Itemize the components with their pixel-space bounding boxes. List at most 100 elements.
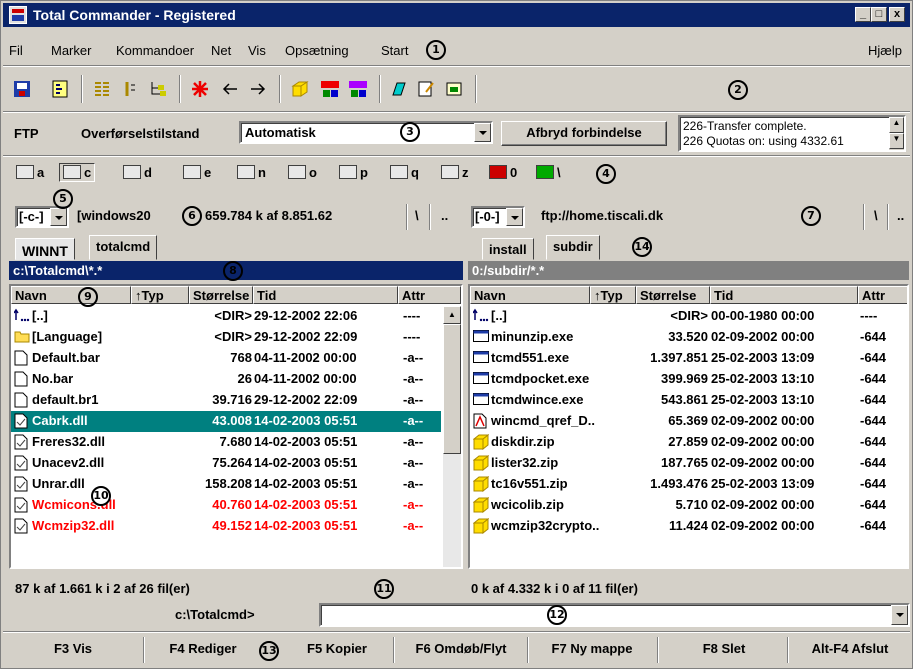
url-connect-icon[interactable] <box>349 80 367 98</box>
tab-subdir[interactable]: subdir <box>546 235 600 260</box>
drive-network[interactable]: \ <box>536 165 561 180</box>
scroll-up-icon[interactable]: ▲ <box>443 306 461 324</box>
file-row[interactable]: Default.bar 768 04-11-2002 00:00 -a-- <box>11 348 441 369</box>
file-row[interactable]: tcmdwince.exe 543.861 25-02-2003 13:10 -644 <box>470 390 907 411</box>
menu-kommandoer[interactable]: Kommandoer <box>116 43 194 58</box>
command-line-input[interactable] <box>319 603 910 627</box>
menu-fil[interactable]: Fil <box>9 43 23 58</box>
file-row[interactable]: lister32.zip 187.765 02-09-2002 00:00 -644 <box>470 453 907 474</box>
drive-p[interactable]: p <box>339 165 368 180</box>
file-row[interactable]: Freres32.dll 7.680 14-02-2003 05:51 -a-- <box>11 432 441 453</box>
file-row[interactable]: default.br1 39.716 29-12-2002 22:09 -a-- <box>11 390 441 411</box>
column-header-attr[interactable]: Attr <box>858 286 907 304</box>
right-up-button[interactable]: .. <box>897 208 911 223</box>
ftp-connect-icon[interactable] <box>321 80 339 98</box>
file-row[interactable]: No.bar 26 04-11-2002 00:00 -a-- <box>11 369 441 390</box>
scroll-thumb[interactable] <box>443 324 461 454</box>
menu-net[interactable]: Net <box>211 43 231 58</box>
f7-mkdir-button[interactable]: F7 Ny mappe <box>529 635 655 665</box>
minimize-button[interactable]: _ <box>855 7 871 22</box>
f8-delete-button[interactable]: F8 Slet <box>661 635 787 665</box>
system-icon[interactable] <box>445 80 463 98</box>
notepad-icon[interactable] <box>389 80 407 98</box>
f5-copy-button[interactable]: F5 Kopier <box>285 635 389 665</box>
drive-a[interactable]: a <box>16 165 44 180</box>
drive-o[interactable]: o <box>288 165 317 180</box>
maximize-button[interactable]: □ <box>871 7 887 22</box>
file-row[interactable]: [..] <DIR> 29-12-2002 22:06 ---- <box>11 306 441 327</box>
menu-marker[interactable]: Marker <box>51 43 91 58</box>
brief-view-icon[interactable] <box>93 80 111 98</box>
drive-n[interactable]: n <box>237 165 266 180</box>
drive-d[interactable]: d <box>123 165 152 180</box>
file-row[interactable]: Wcmzip32.dll 49.152 14-02-2003 05:51 -a-- <box>11 516 441 537</box>
column-header-name[interactable]: Navn <box>470 286 590 304</box>
right-file-list[interactable]: Navn ↑Typ Størrelse Tid Attr [..] <DIR> 00… <box>468 284 909 569</box>
column-header-size[interactable]: Størrelse <box>636 286 710 304</box>
file-row[interactable]: tcmdpocket.exe 399.969 25-02-2003 13:10 -64… <box>470 369 907 390</box>
column-header-size[interactable]: Størrelse <box>189 286 253 304</box>
chevron-down-icon[interactable] <box>50 208 67 226</box>
pack-files-icon[interactable] <box>291 80 309 98</box>
file-row[interactable]: Unacev2.dll 75.264 14-02-2003 05:51 -a-- <box>11 453 441 474</box>
chevron-down-icon[interactable] <box>474 123 491 142</box>
log-scrollbar[interactable]: ▲ ▼ <box>889 117 904 150</box>
column-header-name[interactable]: Navn <box>11 286 131 304</box>
tab-winnt[interactable]: WINNT <box>15 238 75 260</box>
column-header-type[interactable]: ↑Typ <box>590 286 636 304</box>
f4-edit-button[interactable]: F4 Rediger <box>149 635 257 665</box>
alt-f4-exit-button[interactable]: Alt-F4 Afslut <box>791 635 909 665</box>
menu-opsaetning[interactable]: Opsætning <box>285 43 349 58</box>
file-row-selected[interactable]: Cabrk.dll 43.008 14-02-2003 05:51 -a-- <box>11 411 441 432</box>
tab-install[interactable]: install <box>482 238 534 260</box>
tree-view-icon[interactable] <box>51 80 69 98</box>
f3-view-button[interactable]: F3 Vis <box>5 635 141 665</box>
file-row[interactable]: [..] <DIR> 00-00-1980 00:00 ---- <box>470 306 907 327</box>
ftp-log[interactable]: 226-Transfer complete. 226 Quotas on: us… <box>678 115 906 152</box>
file-row[interactable]: Unrar.dll 158.208 14-02-2003 05:51 -a-- <box>11 474 441 495</box>
drive-z[interactable]: z <box>441 165 469 180</box>
left-drive-select[interactable]: [-c-] <box>15 206 69 228</box>
menu-start[interactable]: Start <box>381 43 408 58</box>
right-drive-select[interactable]: [-0-] <box>471 206 525 228</box>
drive-0[interactable]: 0 <box>489 165 517 180</box>
title-bar[interactable]: Total Commander - Registered _ □ x <box>3 3 910 27</box>
disconnect-button[interactable]: Afbryd forbindelse <box>501 121 667 146</box>
chevron-down-icon[interactable] <box>506 208 523 226</box>
column-header-time[interactable]: Tid <box>710 286 858 304</box>
file-row[interactable]: wincmd_qref_D.. 65.369 02-09-2002 00:00 -64… <box>470 411 907 432</box>
column-header-attr[interactable]: Attr <box>398 286 461 304</box>
tree-icon[interactable] <box>149 80 167 98</box>
file-row[interactable]: wcmzip32crypto.. 11.424 02-09-2002 00:00 -6… <box>470 516 907 537</box>
file-row[interactable]: diskdir.zip 27.859 02-09-2002 00:00 -644 <box>470 432 907 453</box>
chevron-down-icon[interactable] <box>891 605 908 625</box>
file-row[interactable]: minunzip.exe 33.520 02-09-2002 00:00 -644 <box>470 327 907 348</box>
edit-icon[interactable] <box>417 80 435 98</box>
f6-move-button[interactable]: F6 Omdøb/Flyt <box>397 635 525 665</box>
file-row[interactable]: [Language] <DIR> 29-12-2002 22:09 ---- <box>11 327 441 348</box>
left-scrollbar[interactable]: ▲ <box>443 306 461 567</box>
column-header-time[interactable]: Tid <box>253 286 398 304</box>
left-up-button[interactable]: .. <box>441 208 448 223</box>
select-all-icon[interactable] <box>191 80 209 98</box>
scroll-up-icon[interactable]: ▲ <box>889 117 904 133</box>
transfer-mode-select[interactable]: Automatisk <box>239 121 493 144</box>
tab-totalcmd[interactable]: totalcmd <box>89 235 158 260</box>
left-root-button[interactable]: \ <box>415 208 419 223</box>
file-row[interactable]: wcicolib.zip 5.710 02-09-2002 00:00 -644 <box>470 495 907 516</box>
full-view-icon[interactable] <box>121 80 139 98</box>
forward-arrow-icon[interactable] <box>249 80 267 98</box>
refresh-icon[interactable] <box>13 80 31 98</box>
menu-hjaelp[interactable]: Hjælp <box>868 43 902 58</box>
menu-vis[interactable]: Vis <box>248 43 266 58</box>
drive-e[interactable]: e <box>183 165 211 180</box>
back-arrow-icon[interactable] <box>221 80 239 98</box>
right-root-button[interactable]: \ <box>874 208 878 223</box>
left-file-list[interactable]: Navn ↑Typ Størrelse Tid Attr [..] <DIR> 29… <box>9 284 463 569</box>
file-row[interactable]: tc16v551.zip 1.493.476 25-02-2003 13:09 -64… <box>470 474 907 495</box>
scroll-down-icon[interactable]: ▼ <box>889 133 904 149</box>
close-button[interactable]: x <box>889 7 905 22</box>
drive-q[interactable]: q <box>390 165 419 180</box>
drive-c[interactable]: c <box>59 163 96 182</box>
file-row[interactable]: tcmd551.exe 1.397.851 25-02-2003 13:09 -644 <box>470 348 907 369</box>
